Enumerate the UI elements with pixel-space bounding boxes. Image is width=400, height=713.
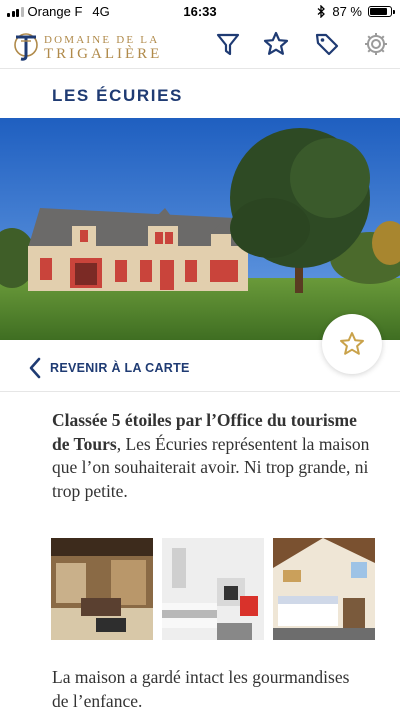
second-paragraph: La maison a gardé intact les gourmandise… xyxy=(52,667,350,711)
bedroom-photo xyxy=(162,538,264,640)
star-icon xyxy=(263,31,289,55)
star-outline-icon xyxy=(340,332,364,355)
battery-icon xyxy=(368,6,395,17)
living-room-photo xyxy=(51,538,153,640)
attic-bedroom-photo xyxy=(273,538,375,640)
chevron-left-icon xyxy=(29,357,41,379)
status-bar: Orange F 4G 16:33 87 % xyxy=(0,0,400,22)
back-label: REVENIR À LA CARTE xyxy=(50,361,190,375)
tag-icon xyxy=(315,33,339,56)
intro-paragraph: Classée 5 étoiles par l’Office du touris… xyxy=(52,409,370,503)
logo-text-top: DOMAINE DE LA xyxy=(44,34,160,46)
back-to-map-link[interactable]: REVENIR À LA CARTE xyxy=(28,357,190,379)
battery-percent: 87 % xyxy=(332,4,362,19)
logo-text-main: TRIGALIÈRE xyxy=(44,46,163,62)
filter-icon xyxy=(216,33,240,56)
tags-button[interactable] xyxy=(313,30,341,58)
gallery-thumbnail-attic-bedroom[interactable] xyxy=(273,538,375,640)
status-right: 87 % xyxy=(317,4,395,19)
header-divider xyxy=(0,68,400,69)
logo-emblem-icon xyxy=(14,33,38,61)
settings-button[interactable] xyxy=(362,30,390,58)
gallery-thumbnail-bedroom[interactable] xyxy=(162,538,264,640)
house-photo xyxy=(0,118,400,340)
gear-icon xyxy=(365,33,387,55)
logo[interactable]: DOMAINE DE LA TRIGALIÈRE xyxy=(12,28,192,64)
favorite-toggle-button[interactable] xyxy=(322,314,382,374)
content-divider xyxy=(0,391,400,392)
bluetooth-icon xyxy=(317,5,326,18)
favorites-button[interactable] xyxy=(262,30,290,58)
page-title: LES ÉCURIES xyxy=(52,86,183,105)
gallery-thumbnail-living-room[interactable] xyxy=(51,538,153,640)
app-header: DOMAINE DE LA TRIGALIÈRE xyxy=(0,22,400,68)
filter-button[interactable] xyxy=(214,30,242,58)
hero-photo xyxy=(0,118,400,340)
